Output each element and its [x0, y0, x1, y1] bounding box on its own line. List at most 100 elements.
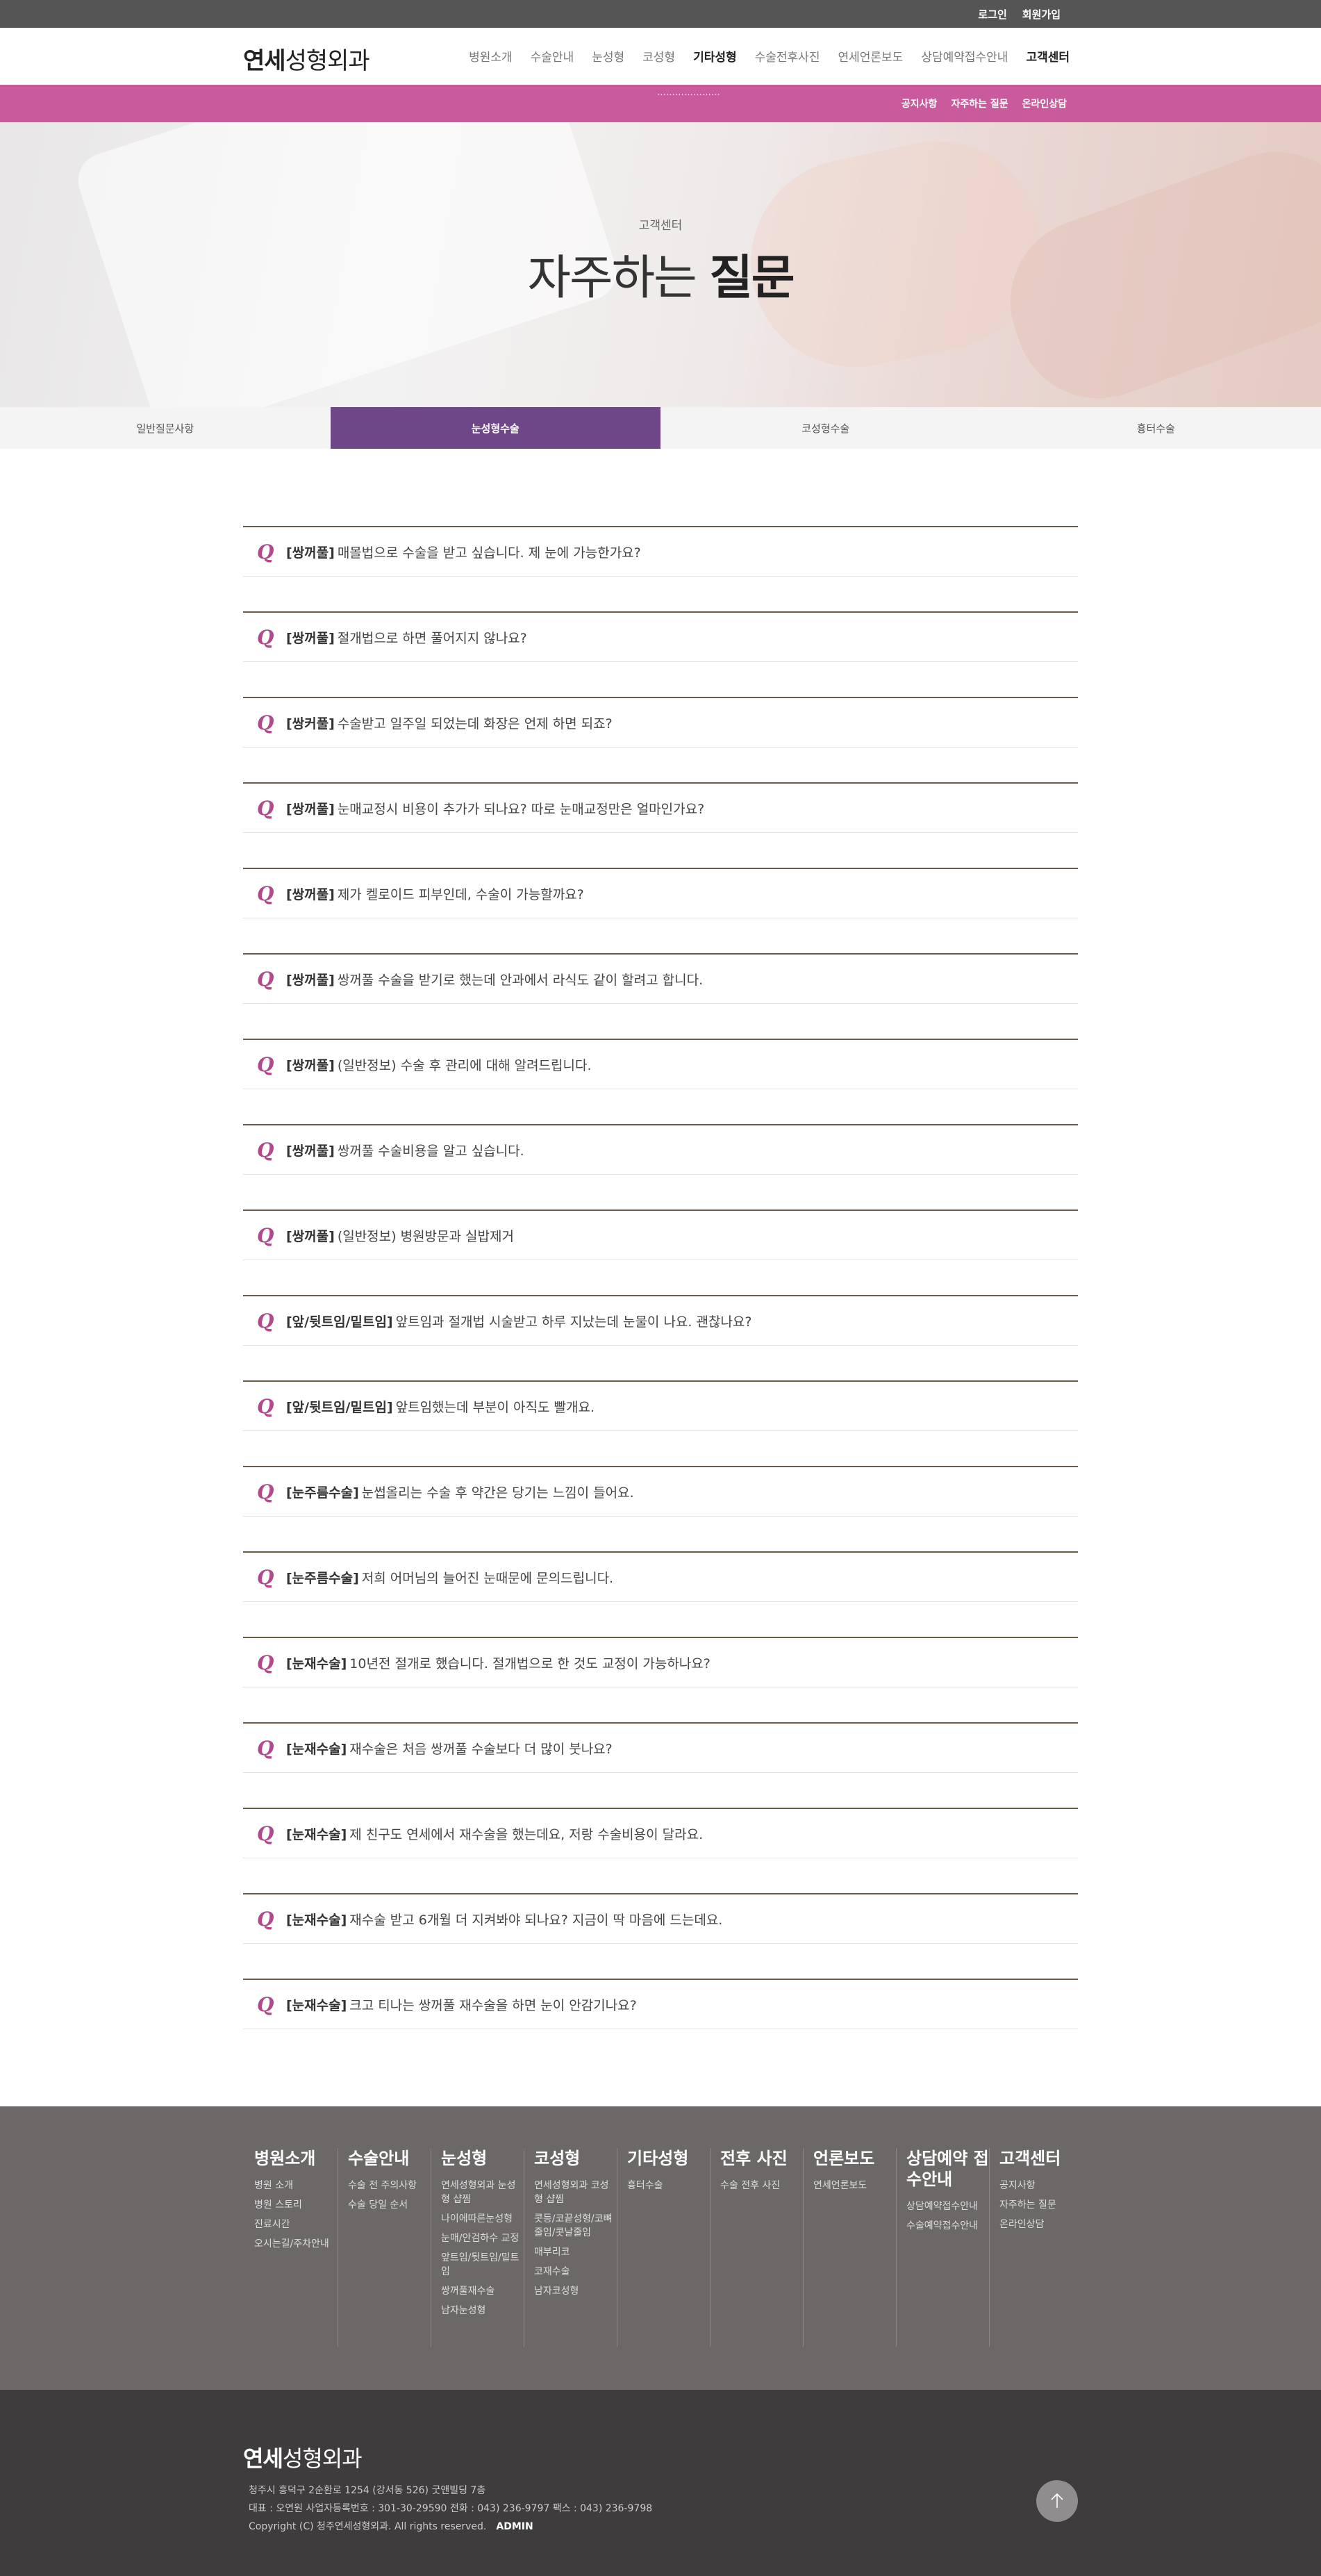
top-links: 로그인 회원가입 [978, 0, 1061, 28]
logo-bold: 연세 [243, 47, 286, 75]
sitemap-link[interactable]: 흉터수술 [627, 2179, 710, 2193]
sitemap-link[interactable]: 수술 전후 사진 [720, 2179, 803, 2193]
faq-item: Q [눈재수술] 재수술은 처음 쌍꺼풀 수술보다 더 많이 붓나요? [243, 1722, 1078, 1808]
sitemap-title[interactable]: 고객센터 [999, 2148, 1082, 2169]
sitemap-title[interactable]: 상담예약 접수안내 [906, 2148, 989, 2190]
scroll-top-button[interactable] [1036, 2480, 1078, 2522]
sitemap-link[interactable]: 남자눈성형 [441, 2304, 524, 2318]
nav-eye-surgery[interactable]: 눈성형 [592, 47, 624, 65]
nav-other-surgery[interactable]: 기타성형 [693, 47, 737, 65]
sitemap-title[interactable]: 언론보도 [813, 2148, 896, 2169]
signup-link[interactable]: 회원가입 [1022, 7, 1061, 22]
nav-customer-center[interactable]: 고객센터 [1026, 47, 1070, 65]
admin-link[interactable]: ADMIN [496, 2521, 533, 2532]
faq-question-row[interactable]: Q [쌍꺼풀] 쌍꺼풀 수술을 받기로 했는데 안과에서 라식도 같이 할려고 합니… [243, 953, 1078, 1004]
tab-eye-surgery[interactable]: 눈성형수술 [330, 407, 660, 449]
sitemap-link[interactable]: 연세언론보도 [813, 2179, 896, 2193]
sitemap-columns: 병원소개병원 소개병원 스토리진료시간오시는길/주차안내 수술안내수술 전 주의사… [244, 2148, 1082, 2347]
faq-item: Q [쌍꺼풀] 절개법으로 하면 풀어지지 않나요? [243, 611, 1078, 697]
sub-nav-bar: ⋯⋯⋯⋯⋯⋯⋯ 공지사항 자주하는 질문 온라인상담 [0, 85, 1321, 122]
faq-question-row[interactable]: Q [쌍꺼풀] (일반정보) 병원방문과 실밥제거 [243, 1209, 1078, 1260]
faq-question-row[interactable]: Q [눈재수술] 제 친구도 연세에서 재수술을 했는데요, 저랑 수술비용이 달라… [243, 1808, 1078, 1858]
sitemap-link[interactable]: 자주하는 질문 [999, 2198, 1082, 2212]
question-q-icon: Q [257, 540, 274, 563]
sitemap-link[interactable]: 나이에따른눈성형 [441, 2212, 524, 2226]
sitemap-title[interactable]: 수술안내 [348, 2148, 431, 2169]
sitemap-title[interactable]: 코성형 [534, 2148, 617, 2169]
sitemap-title[interactable]: 전후 사진 [720, 2148, 803, 2169]
sitemap-title[interactable]: 눈성형 [441, 2148, 524, 2169]
tab-nose-surgery[interactable]: 코성형수술 [660, 407, 991, 449]
faq-question-row[interactable]: Q [쌍꺼풀] (일반정보) 수술 후 관리에 대해 알려드립니다. [243, 1039, 1078, 1089]
sitemap-link[interactable]: 연세성형외과 코성형 샵찜 [534, 2179, 617, 2206]
sitemap-link[interactable]: 앞트임/뒷트임/밑트임 [441, 2251, 524, 2279]
faq-question-row[interactable]: Q [앞/뒷트임/밑트임] 앞트임했는데 부분이 아직도 빨개요. [243, 1380, 1078, 1431]
faq-question-row[interactable]: Q [눈재수술] 10년전 절개로 했습니다. 절개법으로 한 것도 교정이 가능하… [243, 1637, 1078, 1687]
question-q-icon: Q [257, 1736, 274, 1760]
faq-category: [쌍꺼풀] [286, 972, 335, 988]
sitemap-column: 상담예약 접수안내상담예약접수안내수술예약접수안내 [896, 2148, 989, 2347]
faq-question-row[interactable]: Q [눈주름수술] 저희 어머님의 늘어진 눈때문에 문의드립니다. [243, 1551, 1078, 1602]
question-q-icon: Q [257, 1822, 274, 1845]
faq-question-row[interactable]: Q [눈재수술] 재수술은 처음 쌍꺼풀 수술보다 더 많이 붓나요? [243, 1722, 1078, 1773]
faq-question-text: 쌍꺼풀 수술을 받기로 했는데 안과에서 라식도 같이 할려고 합니다. [337, 972, 704, 988]
faq-question-row[interactable]: Q [쌍꺼풀] 절개법으로 하면 풀어지지 않나요? [243, 611, 1078, 662]
nav-nose-surgery[interactable]: 코성형 [642, 47, 675, 65]
faq-question-row[interactable]: Q [쌍꺼풀] 쌍꺼풀 수술비용을 알고 싶습니다. [243, 1124, 1078, 1175]
nav-press[interactable]: 연세언론보도 [838, 47, 903, 65]
subnav-faq[interactable]: 자주하는 질문 [951, 97, 1008, 110]
sitemap-link[interactable]: 코재수술 [534, 2265, 617, 2279]
faq-question-row[interactable]: Q [눈재수술] 재수술 받고 6개월 더 지켜봐야 되나요? 지금이 딱 마음에 … [243, 1893, 1078, 1944]
faq-question-text: (일반정보) 병원방문과 실밥제거 [337, 1228, 514, 1244]
faq-item: Q [눈재수술] 크고 티나는 쌍꺼풀 재수술을 하면 눈이 안감기나요? [243, 1979, 1078, 2064]
tab-scar-surgery[interactable]: 흉터수술 [991, 407, 1321, 449]
faq-question-row[interactable]: Q [앞/뒷트임/밑트임] 앞트임과 절개법 시술받고 하루 지났는데 눈물이 나요… [243, 1295, 1078, 1346]
faq-question-text: 눈썹올리는 수술 후 약간은 당기는 느낌이 들어요. [361, 1485, 634, 1501]
faq-item: Q [쌍꺼풀] 쌍꺼풀 수술비용을 알고 싶습니다. [243, 1124, 1078, 1209]
faq-question-row[interactable]: Q [쌍커풀] 수술받고 일주일 되었는데 화장은 언제 하면 되죠? [243, 697, 1078, 748]
sitemap-title[interactable]: 기타성형 [627, 2148, 710, 2169]
sitemap-link[interactable]: 진료시간 [254, 2218, 338, 2231]
faq-category: [눈재수술] [286, 1741, 347, 1757]
sitemap-link[interactable]: 수술예약접수안내 [906, 2219, 989, 2233]
footer-logo-bold: 연세 [243, 2445, 283, 2472]
nav-reservation[interactable]: 상담예약접수안내 [921, 47, 1008, 65]
sitemap-link[interactable]: 공지사항 [999, 2179, 1082, 2193]
faq-question-row[interactable]: Q [쌍꺼풀] 눈매교정시 비용이 추가가 되나요? 따로 눈매교정만은 얼마인가요… [243, 782, 1078, 833]
faq-question-row[interactable]: Q [쌍꺼풀] 매몰법으로 수술을 받고 싶습니다. 제 눈에 가능한가요? [243, 526, 1078, 577]
sitemap-title[interactable]: 병원소개 [254, 2148, 338, 2169]
sitemap-link[interactable]: 오시는길/주차안내 [254, 2237, 338, 2251]
nav-hospital-intro[interactable]: 병원소개 [469, 47, 513, 65]
subnav-online-consult[interactable]: 온라인상담 [1022, 97, 1067, 110]
sitemap-link[interactable]: 온라인상담 [999, 2218, 1082, 2231]
sitemap-link[interactable]: 콧등/코끝성형/코뼈줄임/콧날줄임 [534, 2212, 617, 2240]
login-link[interactable]: 로그인 [978, 7, 1006, 22]
sitemap-link[interactable]: 상담예약접수안내 [906, 2199, 989, 2213]
faq-question-row[interactable]: Q [눈재수술] 크고 티나는 쌍꺼풀 재수술을 하면 눈이 안감기나요? [243, 1979, 1078, 2029]
sitemap-link[interactable]: 수술 전 주의사항 [348, 2179, 431, 2193]
sitemap-link[interactable]: 연세성형외과 눈성형 샵찜 [441, 2179, 524, 2206]
faq-item: Q [눈재수술] 재수술 받고 6개월 더 지켜봐야 되나요? 지금이 딱 마음에 … [243, 1893, 1078, 1979]
sitemap-link[interactable]: 쌍꺼풀재수술 [441, 2284, 524, 2298]
faq-item: Q [쌍꺼풀] (일반정보) 병원방문과 실밥제거 [243, 1209, 1078, 1295]
sitemap-link[interactable]: 눈매/안검하수 교정 [441, 2231, 524, 2245]
faq-question-row[interactable]: Q [쌍꺼풀] 제가 켈로이드 피부인데, 수술이 가능할까요? [243, 868, 1078, 918]
faq-question-text: (일반정보) 수술 후 관리에 대해 알려드립니다. [337, 1057, 592, 1073]
sitemap-link[interactable]: 병원 스토리 [254, 2198, 338, 2212]
sitemap-link[interactable]: 남자코성형 [534, 2284, 617, 2298]
top-utility-bar: 로그인 회원가입 [0, 0, 1321, 28]
sitemap-link[interactable]: 수술 당일 순서 [348, 2198, 431, 2212]
faq-item: Q [앞/뒷트임/밑트임] 앞트임했는데 부분이 아직도 빨개요. [243, 1380, 1078, 1466]
site-logo[interactable]: 연세성형외과 [243, 42, 370, 76]
faq-question-text: 쌍꺼풀 수술비용을 알고 싶습니다. [337, 1143, 524, 1159]
faq-question-row[interactable]: Q [눈주름수술] 눈썹올리는 수술 후 약간은 당기는 느낌이 들어요. [243, 1466, 1078, 1517]
nav-surgery-guide[interactable]: 수술안내 [531, 47, 574, 65]
faq-question-text: 절개법으로 하면 풀어지지 않나요? [337, 630, 527, 646]
sitemap-link[interactable]: 병원 소개 [254, 2179, 338, 2193]
faq-category: [눈재수술] [286, 1826, 347, 1842]
sitemap-link[interactable]: 매부리코 [534, 2245, 617, 2259]
tab-general[interactable]: 일반질문사항 [0, 407, 331, 449]
site-header: 연세성형외과 병원소개 수술안내 눈성형 코성형 기타성형 수술전후사진 연세언… [0, 28, 1321, 85]
nav-before-after[interactable]: 수술전후사진 [755, 47, 820, 65]
subnav-notice[interactable]: 공지사항 [902, 97, 938, 110]
